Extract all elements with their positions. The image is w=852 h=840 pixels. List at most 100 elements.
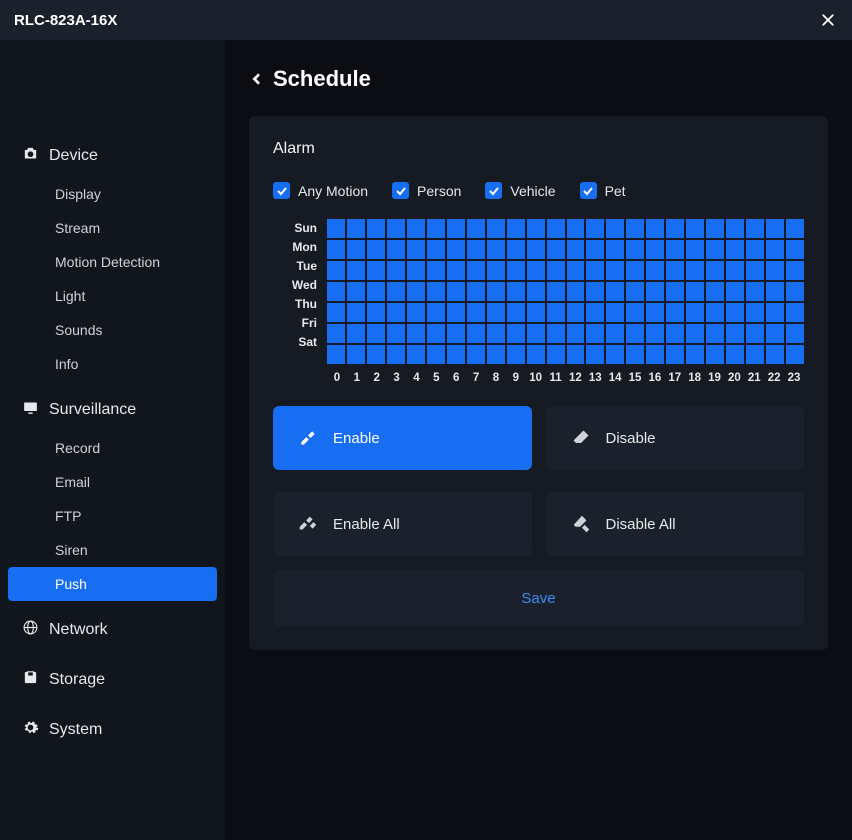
- schedule-cell[interactable]: [746, 345, 764, 364]
- enable-button[interactable]: Enable: [273, 406, 532, 470]
- schedule-cell[interactable]: [626, 303, 644, 322]
- schedule-cell[interactable]: [367, 345, 385, 364]
- schedule-cell[interactable]: [766, 324, 784, 343]
- schedule-cell[interactable]: [507, 324, 525, 343]
- sidebar-section-surveillance[interactable]: Surveillance: [0, 389, 225, 431]
- schedule-cell[interactable]: [527, 324, 545, 343]
- schedule-cell[interactable]: [726, 303, 744, 322]
- schedule-cell[interactable]: [467, 303, 485, 322]
- schedule-cell[interactable]: [567, 324, 585, 343]
- schedule-cell[interactable]: [407, 219, 425, 238]
- filter-any-motion[interactable]: Any Motion: [273, 182, 368, 199]
- schedule-cell[interactable]: [726, 345, 744, 364]
- schedule-cell[interactable]: [726, 219, 744, 238]
- sidebar-item-stream[interactable]: Stream: [8, 211, 217, 245]
- schedule-cell[interactable]: [586, 261, 604, 280]
- schedule-cell[interactable]: [327, 261, 345, 280]
- schedule-cell[interactable]: [706, 240, 724, 259]
- schedule-cell[interactable]: [427, 303, 445, 322]
- schedule-cell[interactable]: [746, 261, 764, 280]
- sidebar-item-siren[interactable]: Siren: [8, 533, 217, 567]
- schedule-cell[interactable]: [606, 345, 624, 364]
- schedule-cell[interactable]: [586, 324, 604, 343]
- sidebar-section-storage[interactable]: Storage: [0, 659, 225, 701]
- schedule-cell[interactable]: [567, 219, 585, 238]
- filter-person[interactable]: Person: [392, 182, 461, 199]
- schedule-cell[interactable]: [706, 282, 724, 301]
- schedule-cell[interactable]: [646, 303, 664, 322]
- sidebar-item-sounds[interactable]: Sounds: [8, 313, 217, 347]
- schedule-cell[interactable]: [626, 282, 644, 301]
- sidebar-item-record[interactable]: Record: [8, 431, 217, 465]
- schedule-cell[interactable]: [407, 261, 425, 280]
- schedule-cell[interactable]: [427, 240, 445, 259]
- schedule-cell[interactable]: [646, 240, 664, 259]
- schedule-cell[interactable]: [666, 240, 684, 259]
- schedule-cell[interactable]: [666, 282, 684, 301]
- schedule-cell[interactable]: [507, 240, 525, 259]
- filter-vehicle[interactable]: Vehicle: [485, 182, 555, 199]
- schedule-cell[interactable]: [586, 282, 604, 301]
- schedule-cell[interactable]: [387, 345, 405, 364]
- schedule-cell[interactable]: [726, 261, 744, 280]
- schedule-cell[interactable]: [706, 219, 724, 238]
- schedule-cell[interactable]: [706, 345, 724, 364]
- schedule-cell[interactable]: [766, 261, 784, 280]
- schedule-cell[interactable]: [527, 219, 545, 238]
- schedule-cell[interactable]: [666, 261, 684, 280]
- schedule-cell[interactable]: [746, 240, 764, 259]
- enable-all-button[interactable]: Enable All: [273, 492, 532, 556]
- schedule-cell[interactable]: [347, 240, 365, 259]
- schedule-cell[interactable]: [487, 324, 505, 343]
- schedule-cell[interactable]: [467, 282, 485, 301]
- sidebar-item-motion-detection[interactable]: Motion Detection: [8, 245, 217, 279]
- schedule-cell[interactable]: [547, 240, 565, 259]
- schedule-cell[interactable]: [487, 240, 505, 259]
- schedule-cell[interactable]: [447, 261, 465, 280]
- schedule-cell[interactable]: [467, 324, 485, 343]
- schedule-cell[interactable]: [427, 219, 445, 238]
- schedule-cell[interactable]: [407, 303, 425, 322]
- schedule-cell[interactable]: [706, 261, 724, 280]
- schedule-cell[interactable]: [686, 324, 704, 343]
- schedule-cell[interactable]: [567, 282, 585, 301]
- schedule-cell[interactable]: [527, 303, 545, 322]
- schedule-cell[interactable]: [666, 219, 684, 238]
- schedule-cell[interactable]: [626, 261, 644, 280]
- schedule-cell[interactable]: [726, 240, 744, 259]
- schedule-cell[interactable]: [606, 282, 624, 301]
- schedule-cell[interactable]: [766, 282, 784, 301]
- schedule-cell[interactable]: [666, 324, 684, 343]
- schedule-cell[interactable]: [626, 240, 644, 259]
- schedule-cell[interactable]: [367, 282, 385, 301]
- schedule-cell[interactable]: [427, 261, 445, 280]
- schedule-cell[interactable]: [786, 240, 804, 259]
- disable-button[interactable]: Disable: [546, 406, 805, 470]
- schedule-cell[interactable]: [347, 219, 365, 238]
- schedule-cell[interactable]: [606, 324, 624, 343]
- schedule-cell[interactable]: [407, 345, 425, 364]
- schedule-cell[interactable]: [347, 261, 365, 280]
- schedule-cell[interactable]: [746, 219, 764, 238]
- schedule-cell[interactable]: [586, 219, 604, 238]
- schedule-cell[interactable]: [367, 219, 385, 238]
- schedule-cell[interactable]: [567, 240, 585, 259]
- schedule-cell[interactable]: [527, 345, 545, 364]
- schedule-cell[interactable]: [666, 345, 684, 364]
- schedule-cell[interactable]: [626, 324, 644, 343]
- schedule-cell[interactable]: [547, 261, 565, 280]
- schedule-cell[interactable]: [487, 282, 505, 301]
- schedule-cell[interactable]: [367, 303, 385, 322]
- schedule-cell[interactable]: [407, 282, 425, 301]
- schedule-cell[interactable]: [726, 324, 744, 343]
- schedule-cell[interactable]: [547, 345, 565, 364]
- schedule-cell[interactable]: [507, 282, 525, 301]
- schedule-cell[interactable]: [467, 240, 485, 259]
- sidebar-item-info[interactable]: Info: [8, 347, 217, 381]
- schedule-cell[interactable]: [686, 345, 704, 364]
- schedule-cell[interactable]: [646, 219, 664, 238]
- schedule-cell[interactable]: [547, 282, 565, 301]
- schedule-cell[interactable]: [547, 324, 565, 343]
- schedule-cell[interactable]: [467, 219, 485, 238]
- schedule-cell[interactable]: [387, 303, 405, 322]
